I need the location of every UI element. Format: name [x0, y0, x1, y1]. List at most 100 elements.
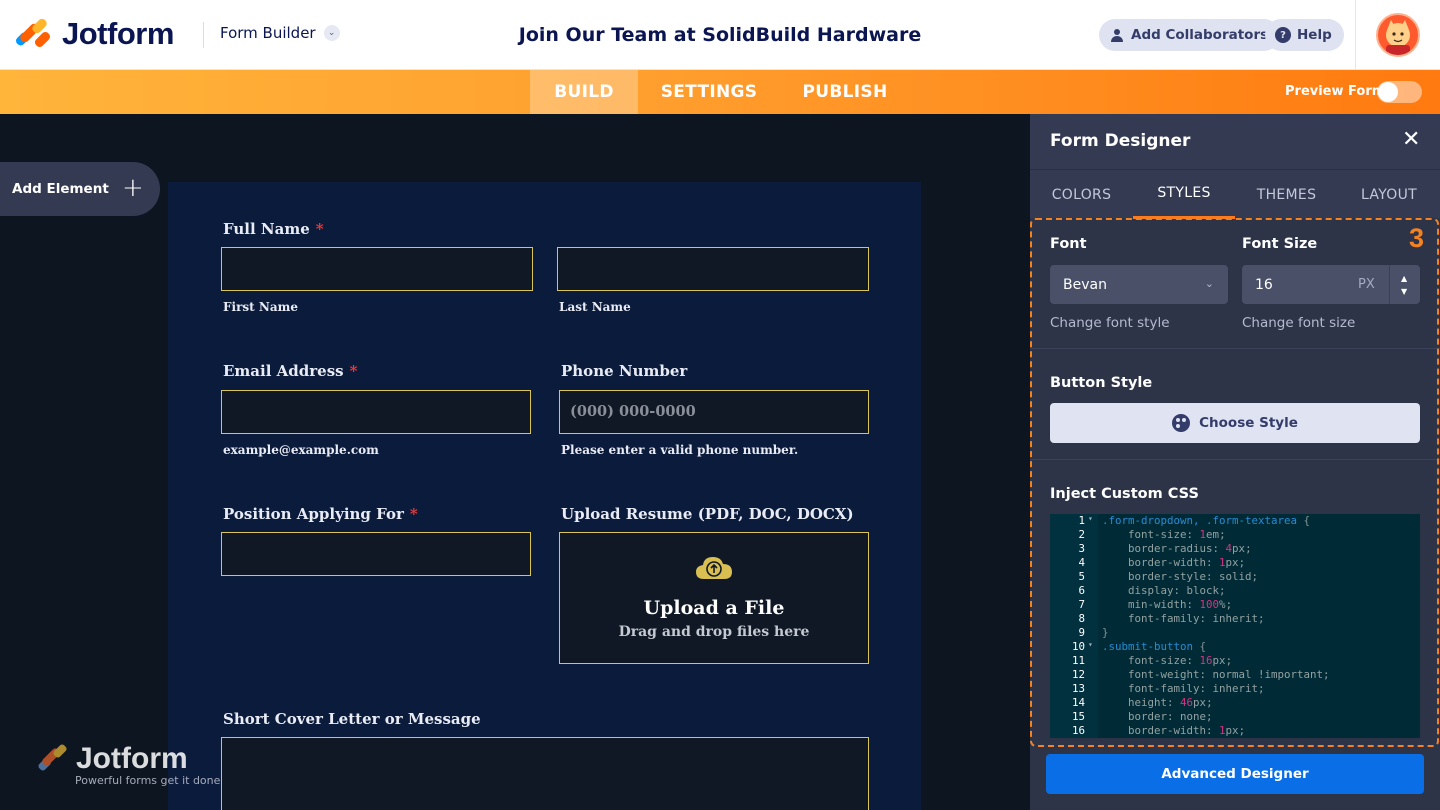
- user-icon: [1109, 27, 1125, 43]
- form-designer-panel: Form Designer ✕ COLORS STYLES THEMES LAY…: [1030, 114, 1440, 810]
- code-text: border: none;: [1102, 710, 1213, 723]
- code-line: 11 font-size: 16px;: [1050, 654, 1420, 668]
- tab-layout[interactable]: LAYOUT: [1338, 170, 1440, 219]
- tab-colors[interactable]: COLORS: [1030, 170, 1133, 219]
- tab-styles[interactable]: STYLES: [1133, 170, 1235, 219]
- code-line: 8 font-family: inherit;: [1050, 612, 1420, 626]
- last-name-sublabel: Last Name: [559, 300, 631, 314]
- custom-css-label: Inject Custom CSS: [1050, 486, 1199, 502]
- required-marker: *: [315, 220, 324, 238]
- line-number: 6: [1078, 584, 1085, 597]
- code-line: 5 border-style: solid;: [1050, 570, 1420, 584]
- tab-publish[interactable]: PUBLISH: [796, 70, 894, 114]
- position-label-text: Position Applying For: [223, 505, 404, 523]
- line-number: 11: [1071, 654, 1085, 667]
- preview-form-toggle[interactable]: [1377, 81, 1422, 103]
- add-element-button[interactable]: Add Element +: [0, 162, 160, 216]
- form-preview: Full Name * First Name Last Name Email Ad…: [168, 182, 921, 810]
- email-sublabel: example@example.com: [223, 443, 379, 457]
- resume-upload-dropzone[interactable]: Upload a File Drag and drop files here: [559, 532, 869, 664]
- code-line: 2 font-size: 1em;: [1050, 528, 1420, 542]
- font-label: Font: [1050, 236, 1087, 252]
- header-divider-right: [1355, 0, 1356, 70]
- tab-themes[interactable]: THEMES: [1235, 170, 1338, 219]
- designer-tabs: COLORS STYLES THEMES LAYOUT: [1030, 169, 1440, 219]
- code-line: 14 height: 46px;: [1050, 696, 1420, 710]
- line-number: 15: [1071, 710, 1085, 723]
- font-size-input[interactable]: 16 PX ▲ ▼: [1242, 265, 1420, 304]
- custom-css-editor[interactable]: 1 ▾ .form-dropdown, .form-textarea {2 font…: [1050, 514, 1420, 738]
- line-number: 16: [1071, 724, 1085, 737]
- form-builder-dropdown[interactable]: Form Builder ⌄: [220, 24, 340, 42]
- code-text: }: [1102, 626, 1109, 639]
- designer-header: Form Designer ✕: [1030, 114, 1440, 169]
- jotform-logo-icon: [14, 17, 52, 50]
- code-line: 1 ▾ .form-dropdown, .form-textarea {: [1050, 514, 1420, 528]
- jotform-logo[interactable]: Jotform: [14, 16, 174, 52]
- chevron-down-icon: ⌄: [1204, 277, 1214, 290]
- jotform-watermark-icon: [38, 744, 67, 771]
- help-button[interactable]: ? Help: [1265, 19, 1344, 51]
- resume-label: Upload Resume (PDF, DOC, DOCX): [561, 505, 854, 523]
- jotform-watermark: Jotform Powerful forms get it done: [38, 742, 220, 787]
- required-marker: *: [409, 505, 418, 523]
- code-line: 6 display: block;: [1050, 584, 1420, 598]
- code-text: height: 46px;: [1102, 696, 1213, 709]
- font-size-unit: PX: [1358, 277, 1375, 292]
- avatar[interactable]: [1376, 13, 1420, 57]
- code-text: font-family: inherit;: [1102, 682, 1265, 695]
- add-collaborators-button[interactable]: Add Collaborators: [1099, 19, 1281, 51]
- full-name-label: Full Name *: [223, 220, 324, 238]
- full-name-label-text: Full Name: [223, 220, 310, 238]
- code-line: 7 min-width: 100%;: [1050, 598, 1420, 612]
- font-size-help: Change font size: [1242, 315, 1356, 331]
- email-label-text: Email Address: [223, 362, 344, 380]
- add-element-label: Add Element: [12, 181, 109, 197]
- section-divider: [1030, 459, 1440, 460]
- tab-build[interactable]: BUILD: [530, 70, 638, 114]
- code-text: min-width: 100%;: [1102, 598, 1233, 611]
- code-line: 9}: [1050, 626, 1420, 640]
- line-number: 3: [1078, 542, 1085, 555]
- choose-style-button[interactable]: Choose Style: [1050, 403, 1420, 443]
- email-input[interactable]: [221, 390, 531, 434]
- code-text: font-weight: normal !important;: [1102, 668, 1330, 681]
- step-badge: 3: [1409, 223, 1425, 253]
- code-line: 12 font-weight: normal !important;: [1050, 668, 1420, 682]
- required-marker: *: [349, 362, 358, 380]
- fold-arrow-icon[interactable]: ▾: [1088, 514, 1093, 523]
- help-label: Help: [1297, 27, 1332, 43]
- first-name-input[interactable]: [221, 247, 533, 291]
- code-text: font-size: 16px;: [1102, 654, 1233, 667]
- caret-down-icon[interactable]: ▼: [1401, 287, 1407, 296]
- code-text: border-radius: 4px;: [1102, 542, 1252, 555]
- last-name-input[interactable]: [557, 247, 869, 291]
- first-name-sublabel: First Name: [223, 300, 298, 314]
- advanced-designer-button[interactable]: Advanced Designer: [1046, 754, 1424, 794]
- code-text: border-width: 1px;: [1102, 556, 1246, 569]
- cloud-upload-icon: [696, 557, 732, 579]
- main-nav: BUILD SETTINGS PUBLISH Preview Form: [0, 70, 1440, 114]
- phone-input[interactable]: (000) 000-0000: [559, 390, 869, 434]
- position-input[interactable]: [221, 532, 531, 576]
- tab-settings[interactable]: SETTINGS: [654, 70, 764, 114]
- upload-title: Upload a File: [643, 597, 785, 619]
- form-builder-label: Form Builder: [220, 24, 316, 42]
- preview-form-label: Preview Form: [1285, 84, 1386, 99]
- fold-arrow-icon[interactable]: ▾: [1088, 640, 1093, 649]
- question-icon: ?: [1275, 27, 1291, 43]
- font-select[interactable]: Bevan ⌄: [1050, 265, 1228, 304]
- caret-up-icon[interactable]: ▲: [1401, 274, 1407, 283]
- font-size-stepper[interactable]: ▲ ▼: [1389, 265, 1419, 304]
- add-collaborators-label: Add Collaborators: [1131, 27, 1269, 43]
- code-line: 3 border-radius: 4px;: [1050, 542, 1420, 556]
- code-line: 13 font-family: inherit;: [1050, 682, 1420, 696]
- code-line: 15 border: none;: [1050, 710, 1420, 724]
- code-text: .form-dropdown, .form-textarea {: [1102, 514, 1311, 527]
- line-number: 2: [1078, 528, 1085, 541]
- watermark-brand: Jotform: [76, 742, 188, 775]
- cover-letter-textarea[interactable]: [221, 737, 869, 810]
- chevron-down-icon: ⌄: [323, 25, 340, 41]
- close-icon[interactable]: ✕: [1402, 128, 1420, 152]
- form-canvas: Add Element + Full Name * First Name Last…: [0, 114, 1030, 810]
